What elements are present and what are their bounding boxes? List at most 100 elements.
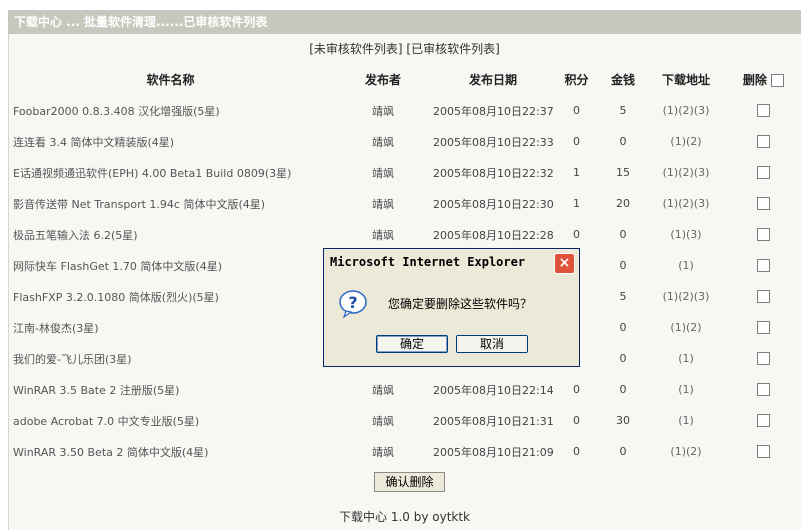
points-cell: 1 [573,166,580,179]
table-row: 极品五笔输入法 6.2(5星) 靖飒 2005年08月10日22:28 0 0 (1)(3… [8,219,801,250]
software-name[interactable]: WinRAR 3.5 Bate 2 注册版(5星) [8,374,333,405]
money-cell: 5 [619,104,627,117]
date-cell: 2005年08月10日22:30 [433,197,553,211]
download-links[interactable]: (1)(2) [646,436,726,467]
money-cell: 0 [619,445,627,458]
delete-checkbox[interactable] [757,104,770,118]
delete-cell [726,219,801,250]
delete-cell [726,343,801,374]
reviewed-list-link[interactable]: 已审核软件列表 [411,42,495,56]
table-row: E话通视频通迅软件(EPH) 4.00 Beta1 Build 0809(3星)… [8,157,801,188]
table-row: adobe Acrobat 7.0 中文专业版(5星) 靖飒 2005年08月10日… [8,405,801,436]
download-links[interactable]: (1) [646,374,726,405]
delete-checkbox[interactable] [757,166,770,180]
download-links[interactable]: (1)(2)(3) [646,281,726,312]
download-links[interactable]: (1)(2) [646,126,726,157]
cancel-button[interactable]: 取消 [456,335,528,353]
delete-cell [726,281,801,312]
column-header-name: 软件名称 [146,73,195,87]
date-cell: 2005年08月10日22:14 [433,383,553,397]
delete-checkbox[interactable] [757,259,770,273]
delete-cell [726,405,801,436]
money-cell: 0 [619,321,627,334]
points-cell: 0 [573,104,580,117]
list-switcher: [未审核软件列表] [已审核软件列表] [8,40,801,57]
date-cell: 2005年08月10日21:09 [433,445,553,459]
points-cell: 0 [573,414,580,427]
delete-checkbox[interactable] [757,290,770,304]
software-name[interactable]: WinRAR 3.50 Beta 2 简体中文版(4星) [8,436,333,467]
column-header-points: 积分 [564,73,589,87]
table-row: WinRAR 3.5 Bate 2 注册版(5星) 靖飒 2005年08月10日22… [8,374,801,405]
date-cell: 2005年08月10日22:33 [433,135,553,149]
download-links[interactable]: (1) [646,250,726,281]
publisher-cell: 靖飒 [372,135,394,149]
table-row: 连连看 3.4 简体中文精装版(4星) 靖飒 2005年08月10日22:33 0 0 (… [8,126,801,157]
dialog-title: Microsoft Internet Explorer [324,249,579,276]
delete-checkbox[interactable] [757,414,770,428]
download-links[interactable]: (1) [646,405,726,436]
software-name[interactable]: FlashFXP 3.2.0.1080 简体版(烈火)(5星) [8,281,333,312]
table-row: 影音传送带 Net Transport 1.94c 简体中文版(4星) 靖飒 200… [8,188,801,219]
download-links[interactable]: (1)(2) [646,312,726,343]
unreviewed-list-link[interactable]: 未审核软件列表 [314,42,398,56]
delete-checkbox[interactable] [757,321,770,335]
software-name[interactable]: 影音传送带 Net Transport 1.94c 简体中文版(4星) [8,188,333,219]
footer-credit: 下载中心 1.0 by oytktk [339,510,470,524]
software-name[interactable]: 我们的爱-飞儿乐团(3星) [8,343,333,374]
delete-cell [726,95,801,126]
column-header-links: 下载地址 [661,73,710,87]
select-all-checkbox[interactable] [771,74,785,87]
date-cell: 2005年08月10日22:32 [433,166,553,180]
software-name[interactable]: E话通视频通迅软件(EPH) 4.00 Beta1 Build 0809(3星) [8,157,333,188]
publisher-cell: 靖飒 [372,445,394,459]
delete-cell [726,126,801,157]
publisher-cell: 靖飒 [372,166,394,180]
software-name[interactable]: 连连看 3.4 简体中文精装版(4星) [8,126,333,157]
table-row: WinRAR 3.50 Beta 2 简体中文版(4星) 靖飒 2005年08月10… [8,436,801,467]
download-links[interactable]: (1)(2)(3) [646,95,726,126]
download-links[interactable]: (1) [646,343,726,374]
table-header-row: 软件名称 发布者 发布日期 积分 金钱 下载地址 删除 [8,64,801,95]
software-name[interactable]: 江南-林俊杰(3星) [8,312,333,343]
column-header-date: 发布日期 [468,73,517,87]
delete-checkbox[interactable] [757,383,770,397]
points-cell: 0 [573,228,580,241]
publisher-cell: 靖飒 [372,104,394,118]
delete-cell [726,312,801,343]
money-cell: 0 [619,352,627,365]
confirm-delete-button[interactable]: 确认删除 [374,472,445,492]
delete-checkbox[interactable] [757,352,770,366]
money-cell: 20 [616,197,630,210]
software-name[interactable]: Foobar2000 0.8.3.408 汉化增强版(5星) [8,95,333,126]
software-name[interactable]: 网际快车 FlashGet 1.70 简体中文版(4星) [8,250,333,281]
ok-button[interactable]: 确定 [376,335,448,353]
download-links[interactable]: (1)(3) [646,219,726,250]
points-cell: 0 [573,135,580,148]
software-name[interactable]: 极品五笔输入法 6.2(5星) [8,219,333,250]
delete-checkbox[interactable] [757,228,770,242]
money-cell: 0 [619,383,627,396]
table-row: Foobar2000 0.8.3.408 汉化增强版(5星) 靖飒 2005年08月… [8,95,801,126]
question-icon: ? [339,290,367,319]
delete-cell [726,250,801,281]
close-icon[interactable]: × [554,253,575,274]
delete-checkbox[interactable] [757,197,770,211]
money-cell: 0 [619,259,627,272]
download-links[interactable]: (1)(2)(3) [646,157,726,188]
svg-text:?: ? [348,293,357,312]
delete-checkbox[interactable] [757,135,770,149]
delete-checkbox[interactable] [757,445,770,459]
column-header-money: 金钱 [610,73,635,87]
delete-cell [726,374,801,405]
date-cell: 2005年08月10日22:28 [433,228,553,242]
money-cell: 5 [619,290,627,303]
column-header-delete: 删除 [726,64,801,95]
download-links[interactable]: (1)(2)(3) [646,188,726,219]
publisher-cell: 靖飒 [372,414,394,428]
dialog-message: 您确定要删除这些软件吗？ [388,297,533,311]
software-name[interactable]: adobe Acrobat 7.0 中文专业版(5星) [8,405,333,436]
money-cell: 0 [619,228,627,241]
page-title: 下载中心 ... 批量软件清理......已审核软件列表 [8,10,801,34]
date-cell: 2005年08月10日21:31 [433,414,553,428]
